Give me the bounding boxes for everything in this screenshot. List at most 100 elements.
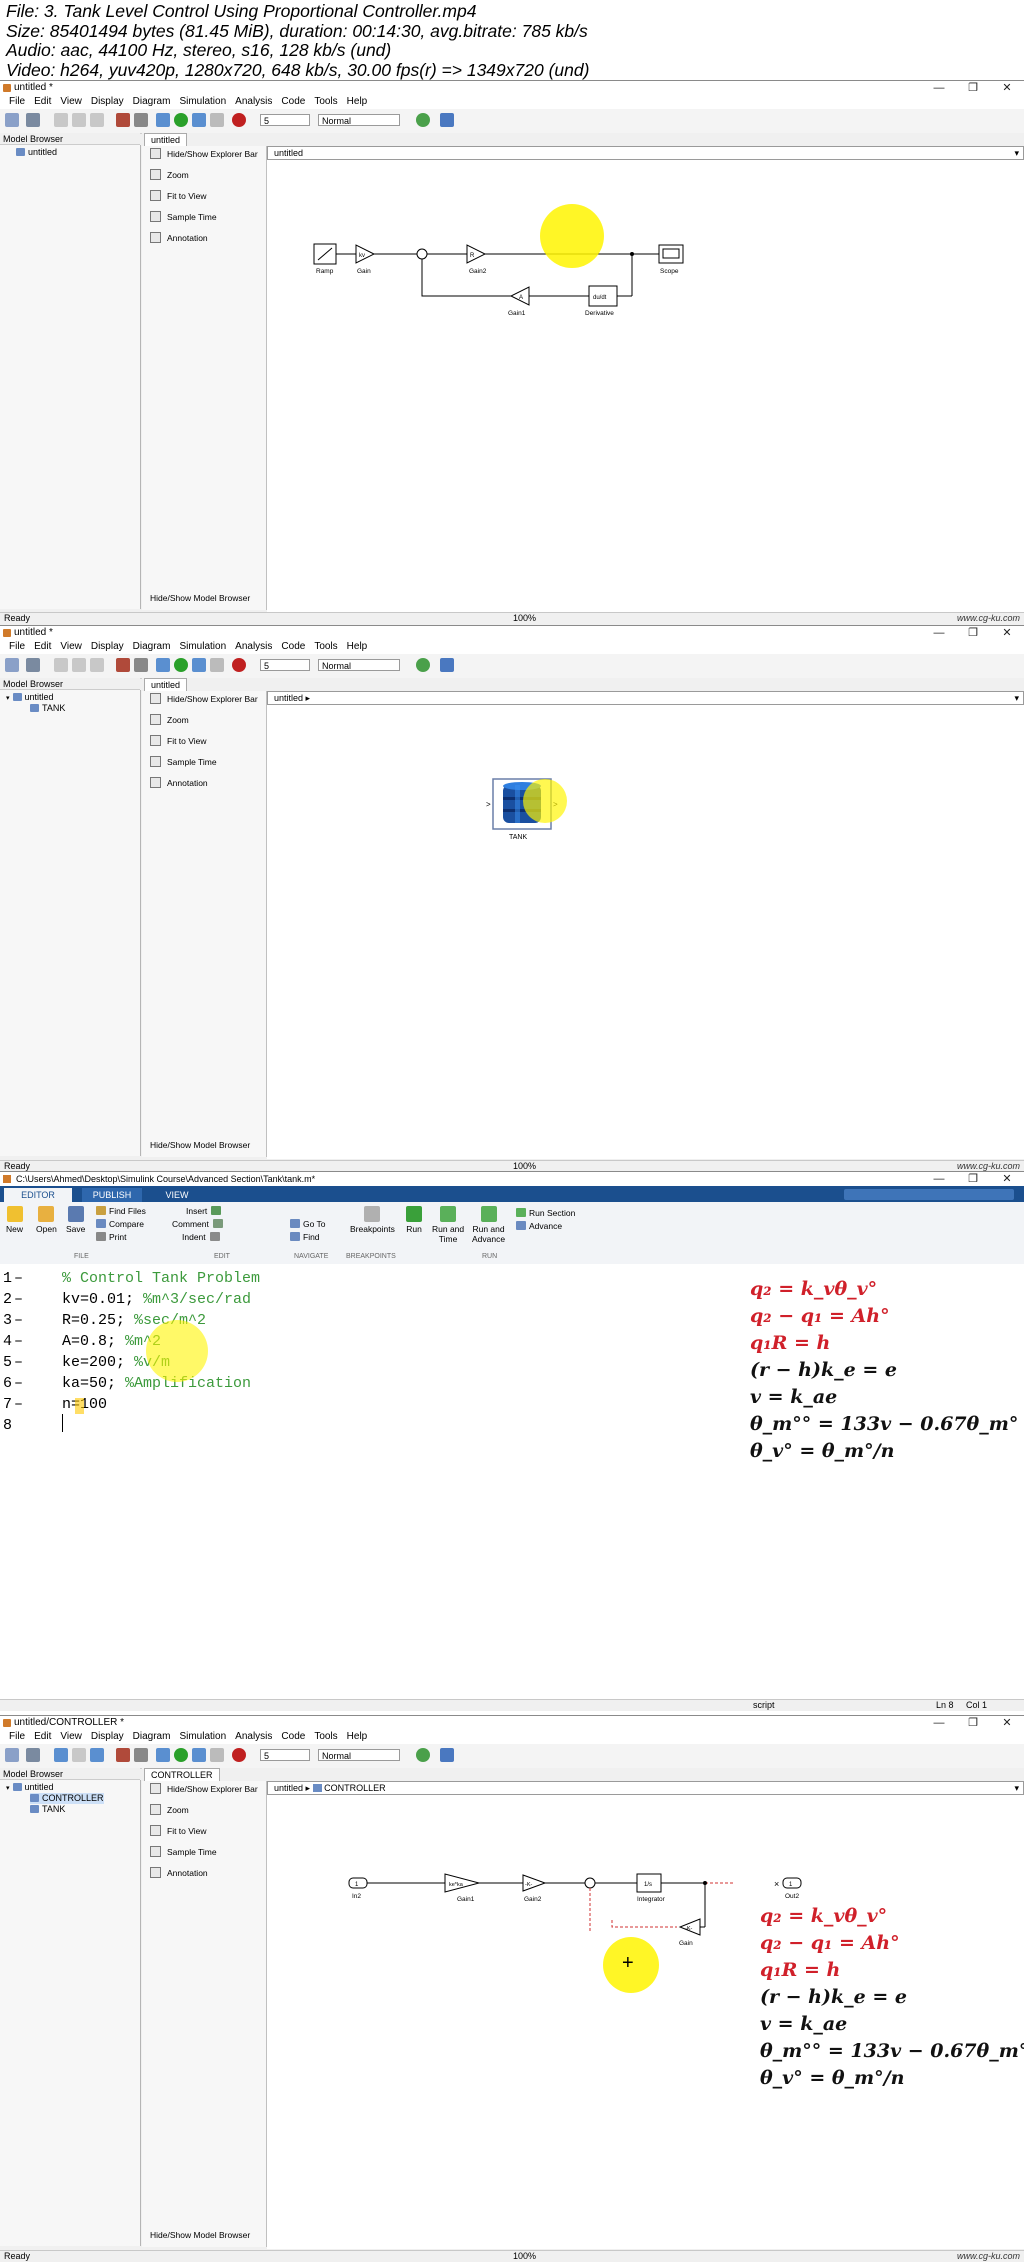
menu-tools[interactable]: Tools (314, 1730, 337, 1744)
menu-tools[interactable]: Tools (314, 640, 337, 654)
breakpoint-gutter[interactable]: – (14, 1394, 23, 1415)
menu-analysis[interactable]: Analysis (235, 1730, 272, 1744)
record-icon[interactable] (232, 1748, 246, 1762)
menu-code[interactable]: Code (281, 1730, 305, 1744)
save-icon[interactable] (26, 658, 40, 672)
code-line[interactable]: ka=50; %Amplification (62, 1373, 251, 1394)
model-canvas[interactable]: untitled ▸ ▾ TANK > > (267, 691, 1024, 1159)
new-model-icon[interactable] (5, 658, 19, 672)
tab-untitled[interactable]: untitled (144, 133, 188, 146)
menu-diagram[interactable]: Diagram (133, 640, 171, 654)
annotation-tool[interactable]: Annotation (150, 1867, 208, 1879)
model-advisor-icon[interactable] (416, 113, 430, 127)
fit-to-view-tool[interactable]: Fit to View (150, 190, 207, 202)
stop-icon[interactable] (210, 658, 224, 672)
breakpoint-gutter[interactable]: – (14, 1373, 23, 1394)
forward-icon[interactable] (72, 113, 86, 127)
close-button[interactable]: ✕ (990, 81, 1024, 95)
menu-code[interactable]: Code (281, 640, 305, 654)
print-button[interactable]: Print (96, 1232, 126, 1243)
chevron-down-icon[interactable]: ▾ (1014, 692, 1019, 704)
up-icon[interactable] (90, 113, 104, 127)
tree-item-tank[interactable]: TANK (30, 703, 65, 714)
breakpoint-gutter[interactable]: – (14, 1268, 23, 1289)
sample-time-tool[interactable]: Sample Time (150, 756, 217, 768)
model-config-icon[interactable] (134, 1748, 148, 1762)
code-line[interactable]: % Control Tank Problem (62, 1268, 260, 1289)
breakpoint-gutter[interactable]: – (14, 1331, 23, 1352)
find-files-button[interactable]: Find Files (96, 1206, 146, 1217)
tree-item-untitled[interactable]: untitled (16, 147, 57, 158)
step-forward-icon[interactable] (192, 1748, 206, 1762)
sum-block[interactable] (584, 1877, 596, 1889)
stop-time-field[interactable]: 5 (260, 1749, 310, 1761)
run-and-time-button[interactable]: Run and Time (432, 1206, 464, 1244)
menu-display[interactable]: Display (91, 95, 124, 109)
up-icon[interactable] (90, 1748, 104, 1762)
fit-to-view-tool[interactable]: Fit to View (150, 1825, 207, 1837)
close-button[interactable]: ✕ (990, 626, 1024, 640)
sample-time-tool[interactable]: Sample Time (150, 211, 217, 223)
step-back-icon[interactable] (156, 658, 170, 672)
new-model-icon[interactable] (5, 113, 19, 127)
restore-button[interactable]: ❐ (956, 626, 990, 640)
model-advisor-icon[interactable] (416, 658, 430, 672)
run-icon[interactable] (174, 1748, 188, 1762)
hide-show-model-browser[interactable]: Hide/Show Model Browser (150, 592, 250, 604)
tab-editor[interactable]: EDITOR (4, 1188, 72, 1202)
tree-item-controller[interactable]: CONTROLLER (30, 1793, 104, 1804)
menu-file[interactable]: File (9, 640, 25, 654)
save-icon[interactable] (26, 113, 40, 127)
run-icon[interactable] (174, 113, 188, 127)
restore-button[interactable]: ❐ (956, 1716, 990, 1730)
model-canvas[interactable]: untitled ▸ CONTROLLER ▾ × 1 In2 ke*ka Ga… (267, 1781, 1024, 2249)
model-canvas[interactable]: untitled ▾ Ramp Gain kv Gain2 R Scope Ga… (267, 146, 1024, 612)
chevron-down-icon[interactable]: ▾ (1014, 1782, 1019, 1794)
minimize-button[interactable]: — (922, 1172, 956, 1186)
indent-button[interactable]: Indent (182, 1232, 223, 1243)
zoom-tool[interactable]: Zoom (150, 714, 189, 726)
data-inspector-icon[interactable] (440, 1748, 454, 1762)
library-browser-icon[interactable] (116, 658, 130, 672)
zoom-tool[interactable]: Zoom (150, 1804, 189, 1816)
menu-help[interactable]: Help (347, 1730, 368, 1744)
stop-time-field[interactable]: 5 (260, 114, 310, 126)
up-icon[interactable] (90, 658, 104, 672)
tab-publish[interactable]: PUBLISH (82, 1188, 142, 1202)
record-icon[interactable] (232, 113, 246, 127)
code-line[interactable]: kv=0.01; %m^3/sec/rad (62, 1289, 251, 1310)
menu-display[interactable]: Display (91, 1730, 124, 1744)
simulation-mode-select[interactable]: Normal (318, 1749, 400, 1761)
stop-time-field[interactable]: 5 (260, 659, 310, 671)
back-icon[interactable] (54, 658, 68, 672)
menu-diagram[interactable]: Diagram (133, 1730, 171, 1744)
step-forward-icon[interactable] (192, 658, 206, 672)
breakpoint-gutter[interactable]: – (14, 1310, 23, 1331)
menu-diagram[interactable]: Diagram (133, 95, 171, 109)
annotation-tool[interactable]: Annotation (150, 777, 208, 789)
tree-item-tank[interactable]: TANK (30, 1804, 65, 1815)
menu-simulation[interactable]: Simulation (179, 95, 226, 109)
close-button[interactable]: ✕ (990, 1716, 1024, 1730)
data-inspector-icon[interactable] (440, 113, 454, 127)
new-button[interactable]: New (6, 1206, 23, 1234)
breadcrumb[interactable]: untitled (274, 148, 303, 158)
step-back-icon[interactable] (156, 1748, 170, 1762)
hide-show-explorer-bar[interactable]: Hide/Show Explorer Bar (150, 693, 258, 705)
menu-edit[interactable]: Edit (34, 640, 51, 654)
menu-edit[interactable]: Edit (34, 95, 51, 109)
forward-icon[interactable] (72, 1748, 86, 1762)
menu-help[interactable]: Help (347, 640, 368, 654)
model-advisor-icon[interactable] (416, 1748, 430, 1762)
restore-button[interactable]: ❐ (956, 1172, 990, 1186)
hide-show-model-browser[interactable]: Hide/Show Model Browser (150, 2229, 250, 2241)
breakpoints-button[interactable]: Breakpoints (350, 1206, 395, 1234)
breakpoint-gutter[interactable]: – (14, 1352, 23, 1373)
menu-view[interactable]: View (60, 1730, 82, 1744)
menu-code[interactable]: Code (281, 95, 305, 109)
record-icon[interactable] (232, 658, 246, 672)
menu-simulation[interactable]: Simulation (179, 640, 226, 654)
menu-help[interactable]: Help (347, 95, 368, 109)
tab-view[interactable]: VIEW (152, 1188, 202, 1202)
data-inspector-icon[interactable] (440, 658, 454, 672)
